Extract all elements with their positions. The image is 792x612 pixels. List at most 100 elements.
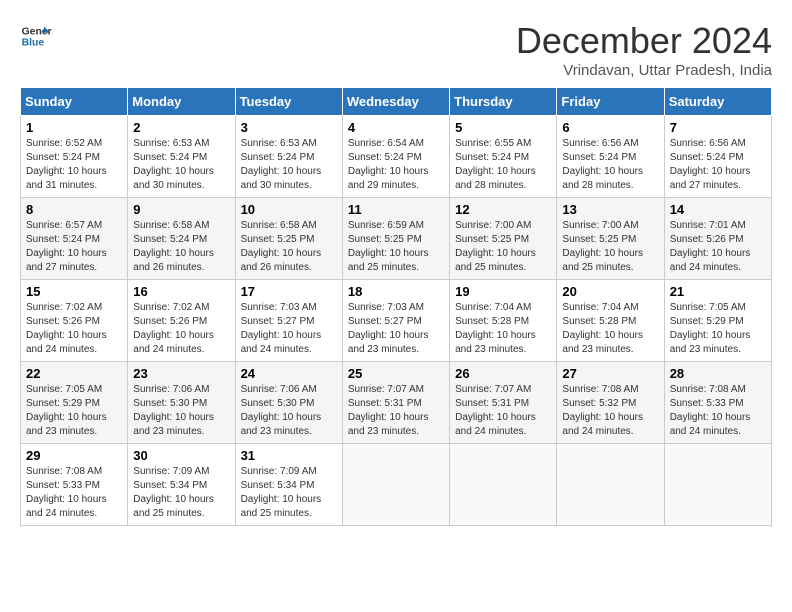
day-info: Sunrise: 7:05 AMSunset: 5:29 PMDaylight:… [670, 302, 751, 355]
table-row: 1 Sunrise: 6:52 AMSunset: 5:24 PMDayligh… [21, 116, 128, 198]
table-row: 12 Sunrise: 7:00 AMSunset: 5:25 PMDaylig… [450, 198, 557, 280]
table-row: 23 Sunrise: 7:06 AMSunset: 5:30 PMDaylig… [128, 362, 235, 444]
day-info: Sunrise: 7:00 AMSunset: 5:25 PMDaylight:… [562, 220, 643, 273]
day-number: 27 [562, 366, 658, 381]
day-number: 29 [26, 448, 122, 463]
table-row: 28 Sunrise: 7:08 AMSunset: 5:33 PMDaylig… [664, 362, 771, 444]
day-number: 22 [26, 366, 122, 381]
table-row [557, 444, 664, 526]
day-info: Sunrise: 7:02 AMSunset: 5:26 PMDaylight:… [26, 302, 107, 355]
day-info: Sunrise: 7:08 AMSunset: 5:33 PMDaylight:… [670, 384, 751, 437]
day-info: Sunrise: 7:08 AMSunset: 5:33 PMDaylight:… [26, 466, 107, 519]
table-row [450, 444, 557, 526]
logo: General Blue [20, 20, 52, 52]
col-thursday: Thursday [450, 88, 557, 116]
table-row: 3 Sunrise: 6:53 AMSunset: 5:24 PMDayligh… [235, 116, 342, 198]
day-number: 18 [348, 284, 444, 299]
calendar-table: Sunday Monday Tuesday Wednesday Thursday… [20, 87, 772, 526]
col-monday: Monday [128, 88, 235, 116]
table-row: 17 Sunrise: 7:03 AMSunset: 5:27 PMDaylig… [235, 280, 342, 362]
calendar-row: 8 Sunrise: 6:57 AMSunset: 5:24 PMDayligh… [21, 198, 772, 280]
day-info: Sunrise: 6:56 AMSunset: 5:24 PMDaylight:… [562, 138, 643, 191]
day-number: 23 [133, 366, 229, 381]
day-number: 30 [133, 448, 229, 463]
col-tuesday: Tuesday [235, 88, 342, 116]
table-row: 5 Sunrise: 6:55 AMSunset: 5:24 PMDayligh… [450, 116, 557, 198]
day-info: Sunrise: 6:58 AMSunset: 5:25 PMDaylight:… [241, 220, 322, 273]
day-number: 12 [455, 202, 551, 217]
col-saturday: Saturday [664, 88, 771, 116]
table-row: 24 Sunrise: 7:06 AMSunset: 5:30 PMDaylig… [235, 362, 342, 444]
calendar-row: 29 Sunrise: 7:08 AMSunset: 5:33 PMDaylig… [21, 444, 772, 526]
table-row: 20 Sunrise: 7:04 AMSunset: 5:28 PMDaylig… [557, 280, 664, 362]
table-row: 4 Sunrise: 6:54 AMSunset: 5:24 PMDayligh… [342, 116, 449, 198]
day-info: Sunrise: 7:09 AMSunset: 5:34 PMDaylight:… [241, 466, 322, 519]
table-row: 7 Sunrise: 6:56 AMSunset: 5:24 PMDayligh… [664, 116, 771, 198]
day-info: Sunrise: 6:56 AMSunset: 5:24 PMDaylight:… [670, 138, 751, 191]
day-number: 17 [241, 284, 337, 299]
day-number: 11 [348, 202, 444, 217]
day-number: 20 [562, 284, 658, 299]
day-info: Sunrise: 6:54 AMSunset: 5:24 PMDaylight:… [348, 138, 429, 191]
month-title: December 2024 [516, 20, 772, 62]
calendar-row: 15 Sunrise: 7:02 AMSunset: 5:26 PMDaylig… [21, 280, 772, 362]
day-info: Sunrise: 7:00 AMSunset: 5:25 PMDaylight:… [455, 220, 536, 273]
table-row: 11 Sunrise: 6:59 AMSunset: 5:25 PMDaylig… [342, 198, 449, 280]
day-number: 8 [26, 202, 122, 217]
day-number: 5 [455, 120, 551, 135]
table-row: 21 Sunrise: 7:05 AMSunset: 5:29 PMDaylig… [664, 280, 771, 362]
day-info: Sunrise: 7:06 AMSunset: 5:30 PMDaylight:… [241, 384, 322, 437]
day-number: 19 [455, 284, 551, 299]
day-info: Sunrise: 7:06 AMSunset: 5:30 PMDaylight:… [133, 384, 214, 437]
day-number: 31 [241, 448, 337, 463]
day-number: 14 [670, 202, 766, 217]
day-info: Sunrise: 6:53 AMSunset: 5:24 PMDaylight:… [241, 138, 322, 191]
day-info: Sunrise: 7:04 AMSunset: 5:28 PMDaylight:… [562, 302, 643, 355]
day-number: 16 [133, 284, 229, 299]
day-number: 28 [670, 366, 766, 381]
day-info: Sunrise: 7:02 AMSunset: 5:26 PMDaylight:… [133, 302, 214, 355]
day-info: Sunrise: 7:05 AMSunset: 5:29 PMDaylight:… [26, 384, 107, 437]
table-row: 25 Sunrise: 7:07 AMSunset: 5:31 PMDaylig… [342, 362, 449, 444]
day-info: Sunrise: 7:04 AMSunset: 5:28 PMDaylight:… [455, 302, 536, 355]
col-friday: Friday [557, 88, 664, 116]
table-row: 15 Sunrise: 7:02 AMSunset: 5:26 PMDaylig… [21, 280, 128, 362]
location-title: Vrindavan, Uttar Pradesh, India [516, 62, 772, 79]
table-row: 9 Sunrise: 6:58 AMSunset: 5:24 PMDayligh… [128, 198, 235, 280]
day-info: Sunrise: 7:09 AMSunset: 5:34 PMDaylight:… [133, 466, 214, 519]
day-number: 4 [348, 120, 444, 135]
day-info: Sunrise: 6:53 AMSunset: 5:24 PMDaylight:… [133, 138, 214, 191]
day-info: Sunrise: 7:08 AMSunset: 5:32 PMDaylight:… [562, 384, 643, 437]
calendar-row: 22 Sunrise: 7:05 AMSunset: 5:29 PMDaylig… [21, 362, 772, 444]
day-info: Sunrise: 6:55 AMSunset: 5:24 PMDaylight:… [455, 138, 536, 191]
day-number: 9 [133, 202, 229, 217]
table-row [342, 444, 449, 526]
header-row: Sunday Monday Tuesday Wednesday Thursday… [21, 88, 772, 116]
table-row: 31 Sunrise: 7:09 AMSunset: 5:34 PMDaylig… [235, 444, 342, 526]
day-info: Sunrise: 7:03 AMSunset: 5:27 PMDaylight:… [241, 302, 322, 355]
table-row: 2 Sunrise: 6:53 AMSunset: 5:24 PMDayligh… [128, 116, 235, 198]
col-wednesday: Wednesday [342, 88, 449, 116]
day-number: 13 [562, 202, 658, 217]
col-sunday: Sunday [21, 88, 128, 116]
table-row: 29 Sunrise: 7:08 AMSunset: 5:33 PMDaylig… [21, 444, 128, 526]
day-number: 10 [241, 202, 337, 217]
table-row: 16 Sunrise: 7:02 AMSunset: 5:26 PMDaylig… [128, 280, 235, 362]
table-row: 6 Sunrise: 6:56 AMSunset: 5:24 PMDayligh… [557, 116, 664, 198]
day-number: 24 [241, 366, 337, 381]
table-row: 30 Sunrise: 7:09 AMSunset: 5:34 PMDaylig… [128, 444, 235, 526]
day-info: Sunrise: 6:59 AMSunset: 5:25 PMDaylight:… [348, 220, 429, 273]
table-row: 19 Sunrise: 7:04 AMSunset: 5:28 PMDaylig… [450, 280, 557, 362]
table-row: 18 Sunrise: 7:03 AMSunset: 5:27 PMDaylig… [342, 280, 449, 362]
table-row: 13 Sunrise: 7:00 AMSunset: 5:25 PMDaylig… [557, 198, 664, 280]
day-info: Sunrise: 6:57 AMSunset: 5:24 PMDaylight:… [26, 220, 107, 273]
day-info: Sunrise: 6:58 AMSunset: 5:24 PMDaylight:… [133, 220, 214, 273]
calendar-row: 1 Sunrise: 6:52 AMSunset: 5:24 PMDayligh… [21, 116, 772, 198]
table-row: 8 Sunrise: 6:57 AMSunset: 5:24 PMDayligh… [21, 198, 128, 280]
table-row: 26 Sunrise: 7:07 AMSunset: 5:31 PMDaylig… [450, 362, 557, 444]
title-area: December 2024 Vrindavan, Uttar Pradesh, … [516, 20, 772, 79]
day-number: 2 [133, 120, 229, 135]
day-number: 15 [26, 284, 122, 299]
day-number: 21 [670, 284, 766, 299]
table-row [664, 444, 771, 526]
